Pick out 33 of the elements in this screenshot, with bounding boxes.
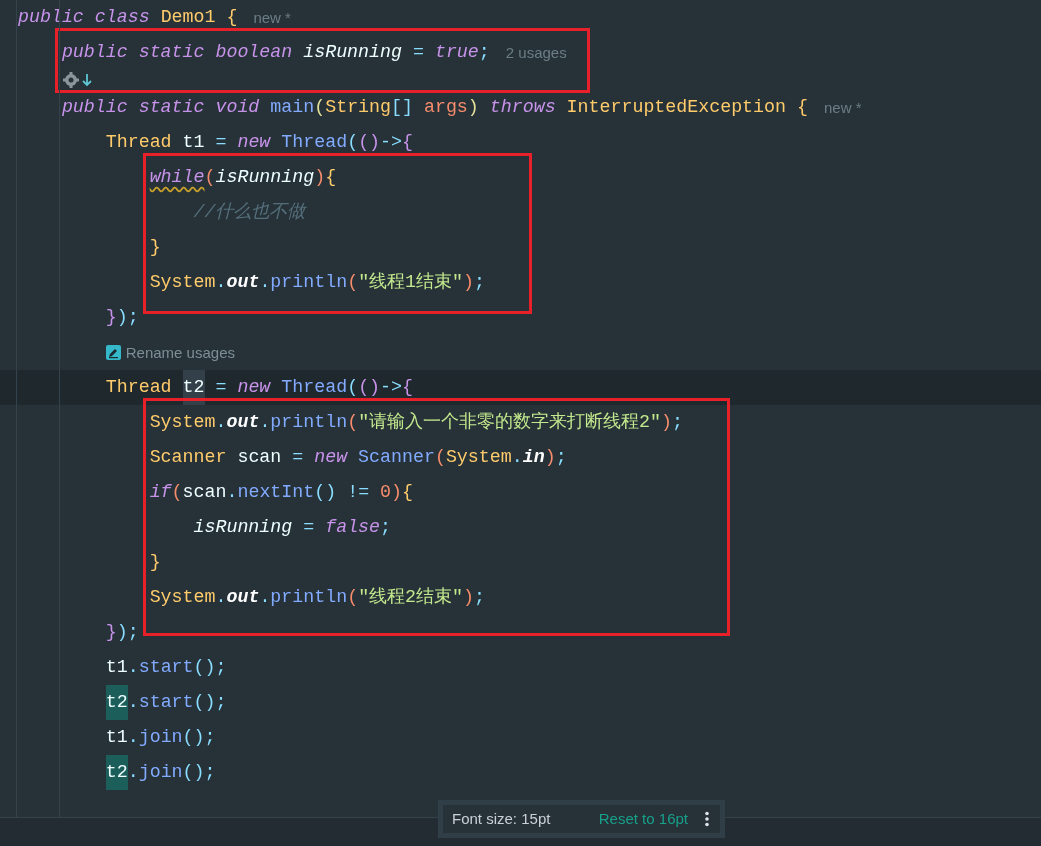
code-text: System.out.println("请输入一个非零的数字来打断线程2"); [149,411,684,434]
code-text: //什么也不做 [193,201,306,224]
more-options-icon[interactable] [704,811,710,827]
rename-usages-link[interactable]: Rename usages [125,335,235,370]
inlay-hint[interactable]: 2 usages [505,35,567,70]
code-text: while(isRunning){ [149,166,337,189]
code-text: Scanner scan = new Scanner(System.in); [149,446,567,469]
code-text: .start(); [127,691,227,714]
usage-highlight: t2 [105,685,128,720]
code-text: Thread t1 = new Thread(()->{ [105,131,413,154]
code-text: Thread [105,376,173,399]
code-text: public class Demo1 { [18,6,238,29]
code-text: t1.join(); [105,726,216,749]
code-text: = new Thread(()->{ [214,376,413,399]
usage-highlight: t2 [105,755,128,790]
font-size-label: Font size: 15pt [452,808,551,829]
gear-arrow-icon[interactable] [61,71,94,89]
code-text: } [149,236,161,259]
code-text: }); [105,306,139,329]
code-text: .join(); [127,761,216,784]
code-text: public static void main(String[] args) throws InterruptedException { [61,96,808,119]
code-text: if(scan.nextInt() != 0){ [149,481,414,504]
code-text: System.out.println("线程2结束"); [149,586,486,609]
code-text: public static boolean isRunning = true; [61,41,490,64]
code-text: t1.start(); [105,656,227,679]
code-text: }); [105,621,139,644]
inlay-hint[interactable]: new * [253,0,291,35]
code-text: System.out.println("线程1结束"); [149,271,486,294]
inlay-hint[interactable]: new * [823,90,862,125]
reset-font-link[interactable]: Reset to 16pt [598,807,688,831]
pencil-icon[interactable] [105,345,121,360]
code-text: isRunning = false; [193,516,392,539]
code-text: } [149,551,161,574]
